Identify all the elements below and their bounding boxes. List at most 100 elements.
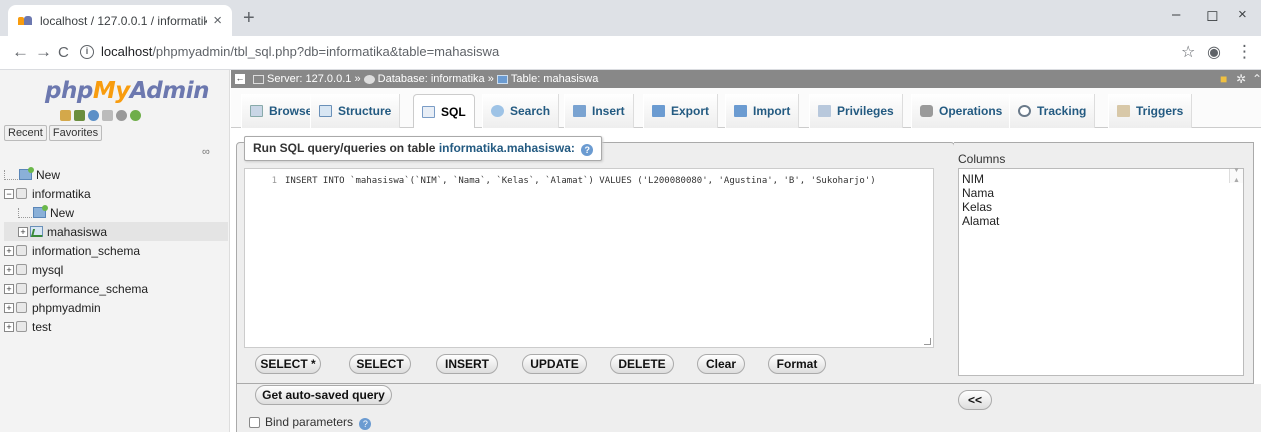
insert-button[interactable]: INSERT <box>436 354 498 374</box>
legend-table-link[interactable]: informatika.mahasiswa: <box>439 141 575 155</box>
select-button[interactable]: SELECT <box>349 354 411 374</box>
tree-item-phpmyadmin[interactable]: + phpmyadmin <box>4 298 228 317</box>
tab-search[interactable]: Search <box>482 94 560 128</box>
home-icon[interactable] <box>60 110 71 121</box>
tab-operations[interactable]: Operations <box>911 94 1012 128</box>
tree-item-informatika[interactable]: − informatika <box>4 184 228 203</box>
tab-sql[interactable]: SQL <box>413 94 475 128</box>
nav-icon-bar <box>60 110 141 121</box>
bind-parameters-checkbox[interactable] <box>249 417 260 428</box>
line-number: 1 <box>271 176 277 186</box>
tab-structure[interactable]: Structure <box>310 94 401 128</box>
expand-icon[interactable]: + <box>4 264 14 275</box>
select-all-button[interactable]: SELECT * <box>255 354 321 374</box>
account-icon[interactable]: ◉ <box>1207 42 1221 62</box>
expand-icon[interactable]: + <box>4 245 14 256</box>
tab-label: Operations <box>939 104 1003 118</box>
tab-triggers[interactable]: Triggers <box>1108 94 1193 128</box>
structure-icon <box>319 105 332 117</box>
tab-label: Tracking <box>1037 104 1087 118</box>
address-bar[interactable]: i localhost/phpmyadmin/tbl_sql.php?db=in… <box>80 44 499 59</box>
help-icon[interactable]: ? <box>581 144 594 156</box>
collapse-icon[interactable]: − <box>4 188 14 199</box>
logout-icon[interactable] <box>74 110 85 121</box>
reload-navigation-icon[interactable] <box>130 110 141 121</box>
tree-label: New <box>36 167 61 182</box>
browser-tabstrip: localhost / 127.0.0.1 / informatika × + … <box>0 0 1261 36</box>
columns-scrollbar[interactable]: ▲ ▼ <box>1229 167 1243 184</box>
tab-label: Search <box>510 104 551 118</box>
update-button[interactable]: UPDATE <box>522 354 587 374</box>
column-item[interactable]: Alamat <box>959 214 1243 228</box>
table-icon <box>30 226 43 237</box>
site-info-icon[interactable]: i <box>80 44 94 59</box>
browser-toolbar: ← → C i localhost/phpmyadmin/tbl_sql.php… <box>0 36 1261 70</box>
reload-icon[interactable]: C <box>58 44 69 61</box>
breadcrumb-database[interactable]: Database: informatika <box>378 73 485 85</box>
collapse-top-icon[interactable]: ⌃ <box>1252 72 1261 86</box>
tree-item-test[interactable]: + test <box>4 317 228 336</box>
window-close-icon[interactable]: × <box>1238 6 1247 23</box>
expand-icon[interactable]: + <box>4 302 14 313</box>
tree-item-informatika-new[interactable]: New <box>4 203 228 222</box>
tab-insert[interactable]: Insert <box>564 94 634 128</box>
minimize-icon[interactable]: – <box>1172 6 1180 23</box>
gear-icon[interactable]: ✲ <box>1236 72 1246 86</box>
tab-close-icon[interactable]: × <box>213 12 222 29</box>
insert-column-button[interactable]: << <box>958 390 992 410</box>
new-icon <box>33 205 48 218</box>
tab-export[interactable]: Export <box>643 94 719 128</box>
table-icon <box>496 74 508 84</box>
tree-item-new[interactable]: New <box>4 165 228 184</box>
delete-button[interactable]: DELETE <box>610 354 674 374</box>
sql-docs-icon[interactable] <box>102 110 113 121</box>
tab-label: Insert <box>592 104 625 118</box>
collapse-nav-icon[interactable]: ← <box>235 74 245 84</box>
expand-icon[interactable]: + <box>18 226 28 237</box>
sql-query-text[interactable]: INSERT INTO `mahasiswa`(`NIM`, `Nama`, `… <box>285 176 876 186</box>
breadcrumb-separator: » <box>354 73 361 85</box>
tree-item-mysql[interactable]: + mysql <box>4 260 228 279</box>
lock-icon[interactable]: ■ <box>1220 72 1227 86</box>
settings-icon[interactable] <box>116 110 127 121</box>
link-with-main-panel-icon[interactable]: ∞ <box>202 146 210 158</box>
forward-icon[interactable]: → <box>35 42 52 62</box>
column-item[interactable]: Nama <box>959 186 1243 200</box>
database-icon <box>16 188 27 199</box>
tab-label: Structure <box>338 104 392 118</box>
column-item[interactable]: Kelas <box>959 200 1243 214</box>
column-item[interactable]: NIM <box>959 172 1243 186</box>
format-button[interactable]: Format <box>768 354 826 374</box>
expand-icon[interactable]: + <box>4 321 14 332</box>
favorites-button[interactable]: Favorites <box>48 125 103 141</box>
get-auto-saved-query-button[interactable]: Get auto-saved query <box>255 385 392 405</box>
columns-list[interactable]: NIM Nama Kelas Alamat ▲ ▼ <box>958 167 1244 376</box>
clear-button[interactable]: Clear <box>697 354 745 374</box>
resize-handle[interactable] <box>924 338 931 345</box>
tree-item-mahasiswa[interactable]: + mahasiswa <box>4 222 228 241</box>
database-icon <box>16 302 27 313</box>
browser-tab[interactable]: localhost / 127.0.0.1 / informatika × <box>8 5 232 36</box>
browser-menu-icon[interactable]: ⋮ <box>1236 42 1253 62</box>
scroll-down-icon[interactable]: ▼ <box>1233 164 1240 178</box>
tree-item-performance-schema[interactable]: + performance_schema <box>4 279 228 298</box>
breadcrumb-server[interactable]: Server: 127.0.0.1 <box>267 73 351 85</box>
docs-icon[interactable] <box>88 110 99 121</box>
phpmyadmin-logo[interactable]: phpMyAdmin <box>45 78 209 104</box>
tab-privileges[interactable]: Privileges <box>809 94 903 128</box>
bookmark-star-icon[interactable]: ☆ <box>1181 42 1195 62</box>
breadcrumb-table[interactable]: Table: mahasiswa <box>511 73 598 85</box>
breadcrumb-separator: » <box>487 73 494 85</box>
sql-query-editor[interactable]: 1 INSERT INTO `mahasiswa`(`NIM`, `Nama`,… <box>244 168 934 348</box>
help-icon[interactable]: ? <box>359 418 372 430</box>
tab-import[interactable]: Import <box>725 94 800 128</box>
expand-icon[interactable]: + <box>4 283 14 294</box>
recent-button[interactable]: Recent <box>4 125 47 141</box>
tree-item-information-schema[interactable]: + information_schema <box>4 241 228 260</box>
tab-title: localhost / 127.0.0.1 / informatika <box>40 13 208 28</box>
back-icon[interactable]: ← <box>12 42 29 62</box>
maximize-icon[interactable]: ◻ <box>1206 6 1218 24</box>
tab-tracking[interactable]: Tracking <box>1009 94 1096 128</box>
tab-label: Privileges <box>837 104 894 118</box>
new-tab-button[interactable]: + <box>243 7 255 30</box>
